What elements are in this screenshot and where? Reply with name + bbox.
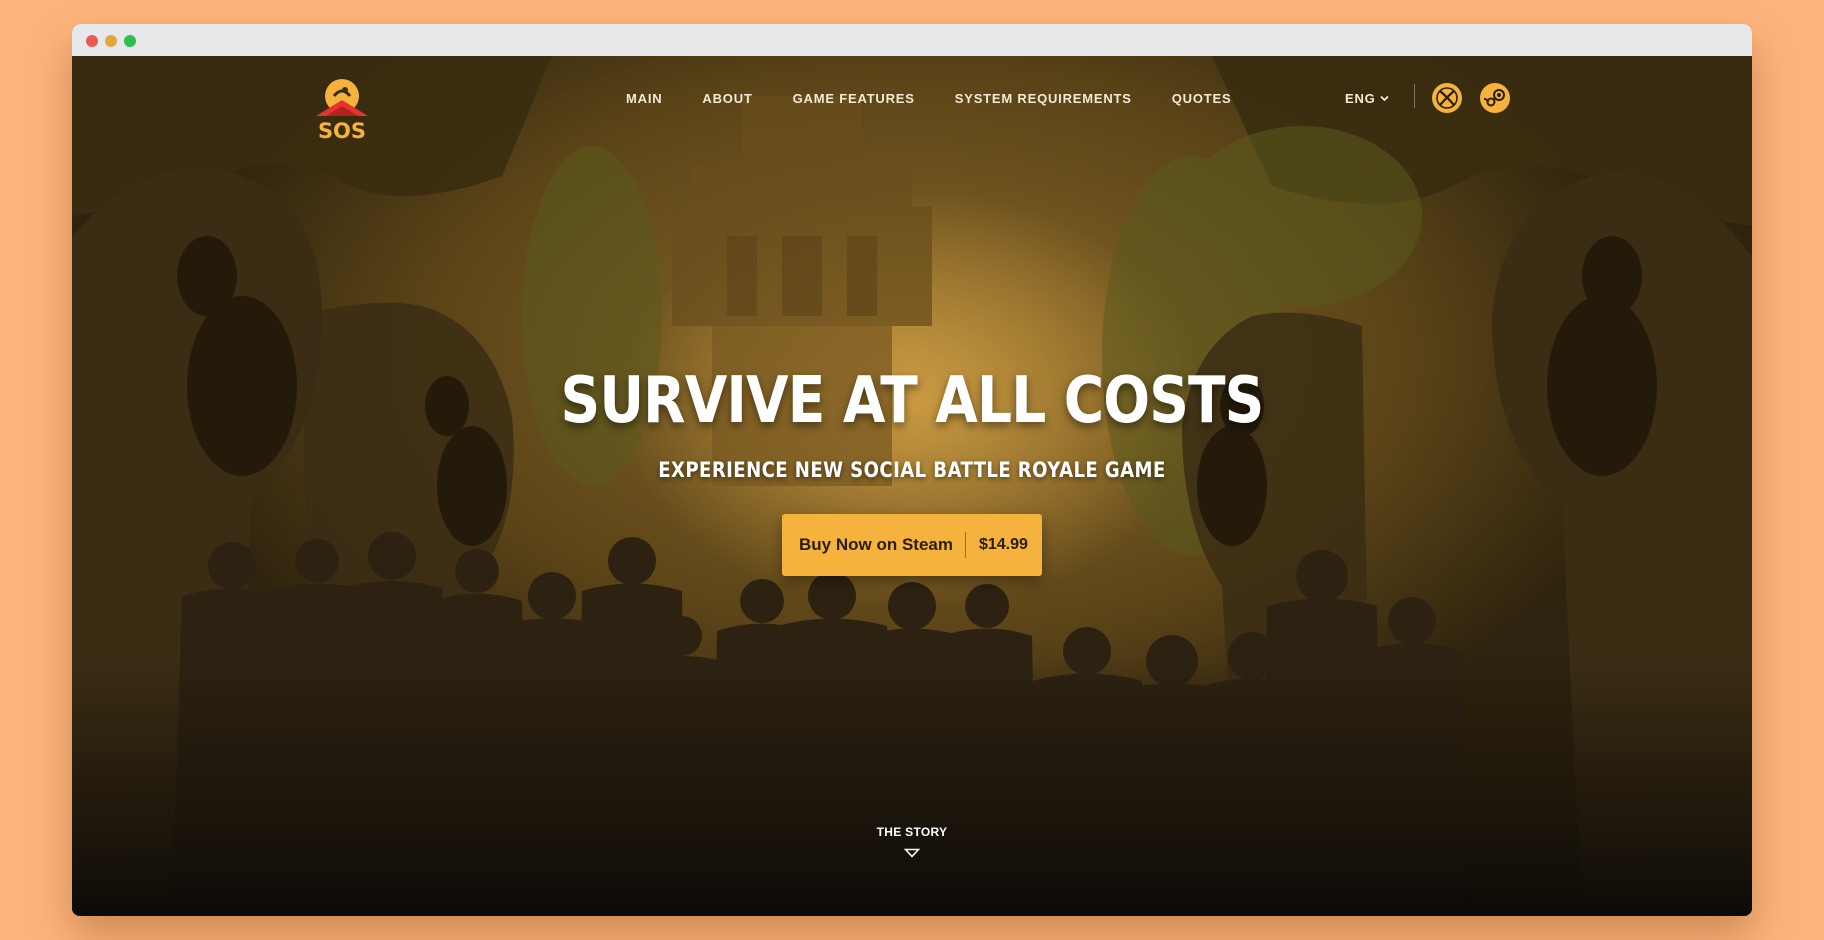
story-label: THE STORY <box>876 825 948 839</box>
nav-item-game-features[interactable]: GAME FEATURES <box>793 91 915 106</box>
minimize-window-button[interactable] <box>105 35 117 47</box>
browser-titlebar <box>72 24 1752 56</box>
nav-divider <box>1414 84 1415 108</box>
steam-icon <box>1483 89 1505 107</box>
nav-item-about[interactable]: ABOUT <box>702 91 752 106</box>
language-label: ENG <box>1345 91 1376 106</box>
language-selector[interactable]: ENG <box>1345 91 1389 106</box>
xbox-icon <box>1436 87 1458 109</box>
nav-item-system-requirements[interactable]: SYSTEM REQUIREMENTS <box>955 91 1132 106</box>
buy-now-button[interactable]: Buy Now on Steam $14.99 <box>782 514 1042 576</box>
hero-title: SURVIVE AT ALL COSTS <box>560 364 1265 438</box>
maximize-window-button[interactable] <box>124 35 136 47</box>
buy-button-divider <box>964 532 966 558</box>
the-story-link[interactable]: THE STORY <box>72 825 1752 858</box>
close-window-button[interactable] <box>86 35 98 47</box>
triangle-down-icon <box>904 848 920 858</box>
browser-window: SOS MAIN ABOUT GAME FEATURES SYSTEM REQU… <box>72 24 1752 916</box>
steam-link[interactable] <box>1480 83 1510 113</box>
nav-item-quotes[interactable]: QUOTES <box>1172 91 1232 106</box>
sos-logo[interactable]: SOS <box>312 78 372 143</box>
nav-item-main[interactable]: MAIN <box>626 91 662 106</box>
hero-bottom-fade <box>72 656 1752 916</box>
hero-subtitle: EXPERIENCE NEW SOCIAL BATTLE ROYALE GAME <box>658 458 1166 482</box>
price-label: $14.99 <box>978 536 1028 553</box>
xbox-link[interactable] <box>1432 83 1462 113</box>
chevron-down-icon <box>1379 95 1389 102</box>
hero-section: SOS MAIN ABOUT GAME FEATURES SYSTEM REQU… <box>72 56 1752 916</box>
buy-now-label: Buy Now on Steam <box>799 535 953 554</box>
logo-text: SOS <box>318 119 366 140</box>
main-navigation: MAIN ABOUT GAME FEATURES SYSTEM REQUIREM… <box>626 91 1271 106</box>
